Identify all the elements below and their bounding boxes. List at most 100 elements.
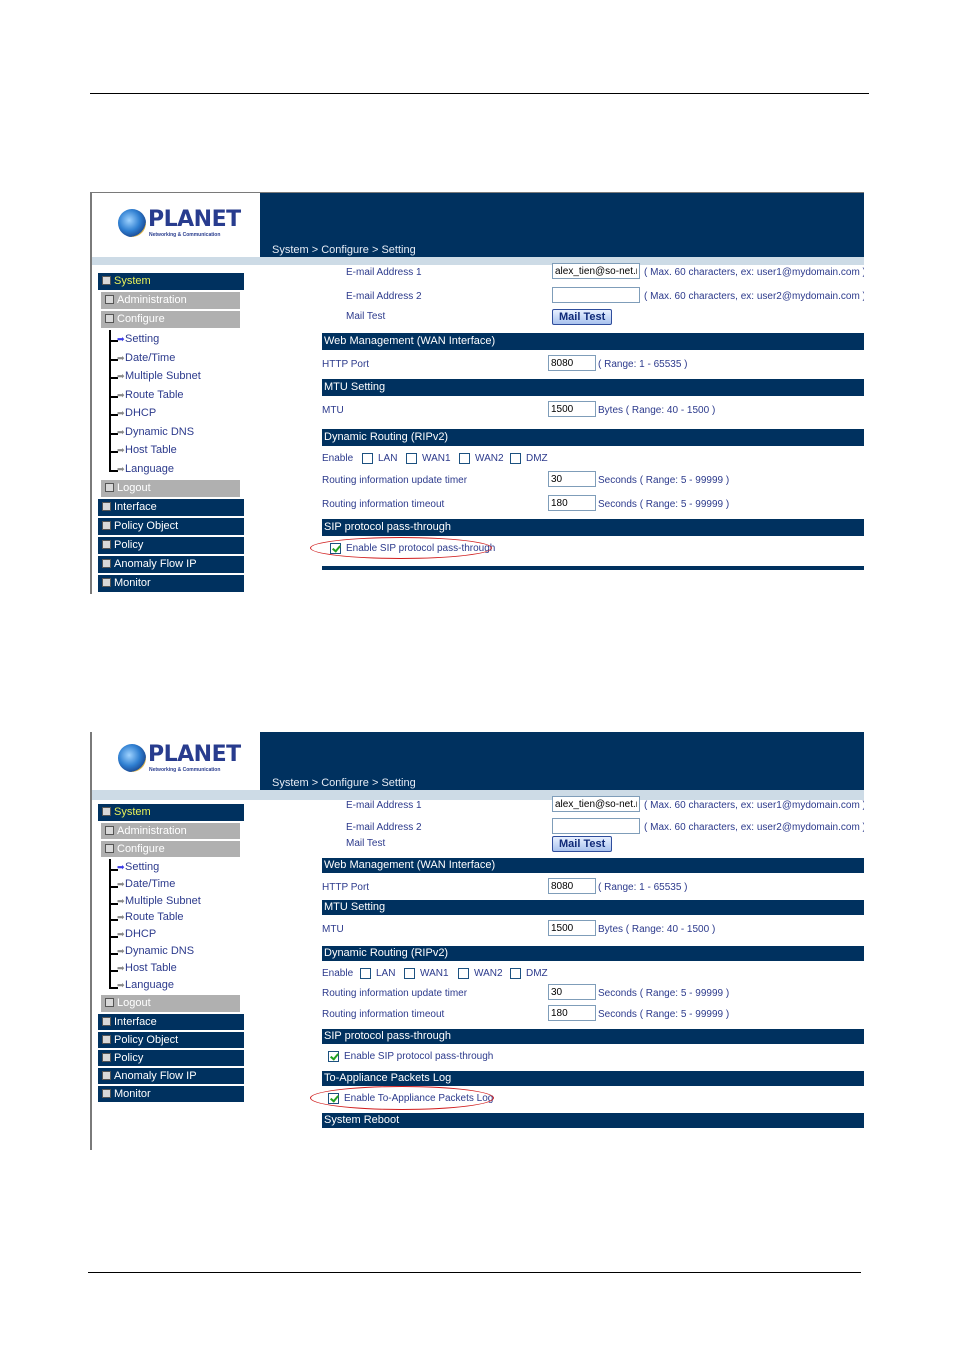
expand-icon (102, 1070, 111, 1080)
nav-policy[interactable]: Policy (98, 537, 244, 554)
rip-timeout-label: Routing information timeout (322, 499, 445, 510)
nav-language[interactable]: ➡ Language (101, 976, 244, 994)
configure-tree: ➡ Setting ➡ Date/Time ➡ Multiple Subnet ➡ Ro… (101, 330, 244, 478)
nav-monitor[interactable]: Monitor (98, 1086, 244, 1103)
checkbox-icon (406, 453, 417, 464)
http-port-row: HTTP Port ( Range: 1 - 65535 ) (322, 876, 864, 898)
mtu-input[interactable] (548, 401, 596, 417)
mail-test-button[interactable]: Mail Test (552, 309, 613, 325)
nav-multiple-subnet[interactable]: ➡ Multiple Subnet (101, 892, 244, 910)
http-port-label: HTTP Port (322, 359, 370, 370)
checkbox-icon (459, 453, 470, 464)
rip-timeout-input[interactable] (548, 495, 596, 511)
rip-enable-row: Enable LAN WAN1 WAN2 DMZ (322, 449, 864, 469)
rip-wan2-checkbox[interactable]: WAN2 (458, 968, 503, 979)
nav-administration[interactable]: Administration (101, 292, 240, 309)
email2-label: E-mail Address 2 (346, 291, 422, 302)
rip-wan1-checkbox[interactable]: WAN1 (406, 453, 451, 464)
arrow-right-icon: ➡ (117, 862, 125, 872)
nav-datetime[interactable]: ➡ Date/Time (101, 875, 244, 893)
nav-configure[interactable]: Configure (101, 841, 240, 857)
email2-input[interactable] (552, 818, 640, 834)
http-port-input[interactable] (548, 878, 596, 894)
nav-multiple-subnet[interactable]: ➡ Multiple Subnet (101, 367, 244, 386)
nav-configure[interactable]: Configure (101, 311, 240, 328)
nav-logout[interactable]: Logout (101, 995, 240, 1013)
checkbox-checked-icon (328, 1051, 339, 1062)
checkbox-checked-icon (330, 543, 341, 554)
rip-lan-checkbox[interactable]: LAN (360, 968, 395, 979)
nav-anomaly-flow-ip[interactable]: Anomaly Flow IP (98, 1068, 244, 1085)
nav-policy[interactable]: Policy (98, 1050, 244, 1067)
packets-log-enable-checkbox[interactable]: Enable To-Appliance Packets Log (328, 1093, 493, 1104)
arrow-right-icon: ➡ (117, 962, 125, 973)
top-banner: System > Configure > Setting (260, 732, 864, 790)
nav-dynamic-dns[interactable]: ➡ Dynamic DNS (101, 942, 244, 960)
configure-tree: ➡ Setting ➡ Date/Time ➡ Multiple Subnet ➡ Ro… (101, 859, 244, 993)
nav-interface[interactable]: Interface (98, 499, 244, 516)
nav-dhcp[interactable]: ➡ DHCP (101, 404, 244, 423)
email2-row: E-mail Address 2 ( Max. 60 characters, e… (322, 285, 864, 309)
rip-update-timer-hint: Seconds ( Range: 5 - 99999 ) (598, 988, 730, 999)
expand-icon (105, 997, 114, 1007)
email1-input[interactable] (552, 263, 640, 279)
mail-test-button[interactable]: Mail Test (552, 836, 613, 852)
nav-monitor[interactable]: Monitor (98, 575, 244, 592)
expand-icon (102, 539, 111, 549)
nav-datetime[interactable]: ➡ Date/Time (101, 348, 244, 368)
nav-dhcp[interactable]: ➡ DHCP (101, 926, 244, 943)
rip-update-timer-input[interactable] (548, 984, 596, 1000)
rip-wan1-checkbox[interactable]: WAN1 (404, 968, 449, 979)
nav-interface[interactable]: Interface (98, 1014, 244, 1031)
rip-lan-checkbox[interactable]: LAN (362, 453, 397, 464)
nav-administration[interactable]: Administration (101, 823, 240, 839)
email1-input[interactable] (552, 796, 640, 812)
planet-logo[interactable]: PLANET Networking & Communication (118, 207, 241, 243)
nav-route-table[interactable]: ➡ Route Table (101, 909, 244, 926)
rip-timeout-input[interactable] (548, 1005, 596, 1021)
nav-dynamic-dns[interactable]: ➡ Dynamic DNS (101, 422, 244, 442)
nav-system[interactable]: System (98, 273, 244, 290)
expand-icon (102, 558, 111, 568)
sip-enable-checkbox[interactable]: Enable SIP protocol pass-through (330, 543, 495, 554)
arrow-right-icon: ➡ (117, 895, 125, 906)
arrow-right-icon: ➡ (117, 389, 125, 400)
mtu-input[interactable] (548, 920, 596, 936)
rip-update-timer-hint: Seconds ( Range: 5 - 99999 ) (598, 475, 730, 486)
checkbox-icon (360, 968, 371, 979)
http-port-label: HTTP Port (322, 882, 370, 893)
nav-setting[interactable]: ➡ Setting (101, 330, 244, 349)
nav-logout[interactable]: Logout (101, 480, 240, 497)
nav-policy-object[interactable]: Policy Object (98, 1032, 244, 1049)
expand-icon (105, 482, 114, 492)
section-mtu: MTU Setting (322, 900, 864, 915)
mtu-hint: Bytes ( Range: 40 - 1500 ) (598, 924, 716, 935)
nav-anomaly-flow-ip[interactable]: Anomaly Flow IP (98, 556, 244, 573)
email2-input[interactable] (552, 287, 640, 303)
nav-host-table[interactable]: ➡ Host Table (101, 441, 244, 460)
expand-icon (102, 501, 111, 511)
mtu-hint: Bytes ( Range: 40 - 1500 ) (598, 405, 716, 416)
nav-policy-object[interactable]: Policy Object (98, 518, 244, 535)
arrow-right-icon: ➡ (117, 945, 125, 956)
expand-icon (102, 1016, 111, 1026)
checkbox-icon (510, 968, 521, 979)
logo-area: PLANET Networking & Communication (92, 732, 260, 790)
nav-setting[interactable]: ➡ Setting (101, 859, 244, 876)
header: PLANET Networking & Communication System… (92, 732, 864, 800)
collapse-icon (102, 275, 111, 285)
rip-update-timer-input[interactable] (548, 471, 596, 487)
rip-wan2-checkbox[interactable]: WAN2 (459, 453, 504, 464)
nav-route-table[interactable]: ➡ Route Table (101, 385, 244, 405)
nav-host-table[interactable]: ➡ Host Table (101, 959, 244, 977)
http-port-input[interactable] (548, 355, 596, 371)
checkbox-icon (458, 968, 469, 979)
rip-dmz-checkbox[interactable]: DMZ (510, 968, 548, 979)
nav-system[interactable]: System (98, 804, 244, 821)
planet-logo[interactable]: PLANET Networking & Communication (118, 742, 241, 778)
nav-language[interactable]: ➡ Language (101, 459, 244, 479)
settings-content: E-mail Address 1 ( Max. 60 characters, e… (310, 794, 864, 1131)
sip-row: Enable SIP protocol pass-through (322, 1047, 864, 1069)
sip-enable-checkbox[interactable]: Enable SIP protocol pass-through (328, 1051, 493, 1062)
rip-dmz-checkbox[interactable]: DMZ (510, 453, 548, 464)
